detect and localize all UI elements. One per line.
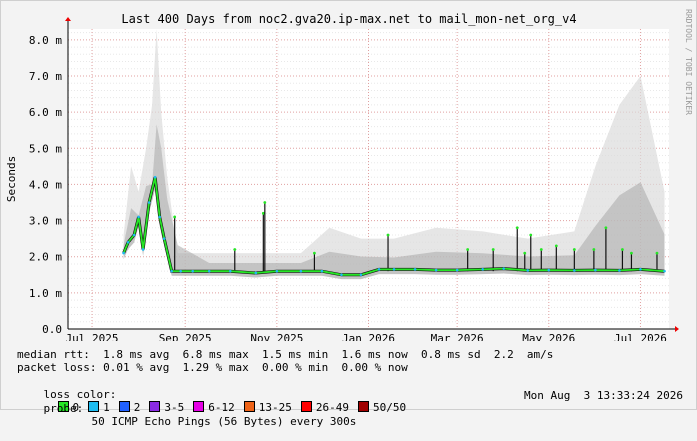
- median-point: [663, 269, 666, 273]
- x-axis-arrow: [675, 326, 679, 332]
- y-tick-label: 6.0 m: [29, 106, 62, 119]
- median-point: [434, 268, 438, 272]
- median-point: [228, 269, 232, 273]
- median-point: [359, 273, 363, 277]
- median-point: [191, 269, 195, 273]
- spike-point: [572, 248, 576, 251]
- x-tick-label: Sep 2025: [159, 332, 212, 341]
- y-tick-label: 7.0 m: [29, 70, 62, 83]
- spike-point: [621, 248, 624, 251]
- median-point: [392, 268, 396, 271]
- smokeping-chart: Last 400 Days from noc2.gva20.ip-max.net…: [5, 9, 693, 341]
- y-tick-label: 2.0 m: [29, 251, 62, 264]
- median-point: [573, 269, 576, 272]
- median-rtt-stats: median rtt: 1.8 ms avg 6.8 ms max 1.5 ms…: [17, 348, 554, 361]
- spike-point: [529, 233, 533, 237]
- median-point: [320, 269, 324, 273]
- median-point: [179, 269, 182, 273]
- median-point: [170, 269, 173, 273]
- y-tick-label: 4.0 m: [29, 178, 62, 191]
- spike-point: [386, 233, 390, 237]
- x-tick-label: Jan 2026: [342, 332, 395, 341]
- loss-color-swatch: [358, 401, 369, 412]
- probe-label: probe:: [43, 402, 84, 415]
- spike-point: [539, 248, 543, 251]
- median-point: [299, 269, 303, 273]
- spike-point: [233, 248, 237, 251]
- spike-point: [655, 251, 659, 255]
- median-point: [502, 267, 506, 270]
- median-point: [126, 240, 130, 244]
- loss-color-swatch-label: 50/50: [373, 401, 407, 414]
- spike-point: [515, 226, 519, 230]
- loss-color-item: 50/50: [358, 401, 406, 414]
- median-point: [639, 268, 642, 271]
- spike-point: [263, 201, 267, 204]
- spike-point: [592, 248, 596, 251]
- y-tick-label: 8.0 m: [29, 34, 62, 47]
- median-point: [275, 269, 279, 273]
- packet-loss-stats: packet loss: 0.01 % avg 1.29 % max 0.00 …: [17, 361, 408, 374]
- y-tick-label: 3.0 m: [29, 215, 62, 228]
- graph-frame: Last 400 Days from noc2.gva20.ip-max.net…: [0, 0, 697, 428]
- median-point: [254, 271, 258, 275]
- median-point: [207, 269, 211, 273]
- median-point: [153, 175, 157, 179]
- median-point: [455, 268, 459, 272]
- x-tick-label: Nov 2025: [250, 332, 303, 341]
- median-point: [147, 201, 151, 204]
- median-point: [340, 273, 343, 277]
- graph-date: Mon Aug 3 13:33:24 2026: [524, 389, 683, 402]
- y-axis-arrow: [65, 17, 71, 21]
- median-point: [132, 233, 136, 237]
- median-point: [158, 215, 161, 219]
- x-tick-label: Mar 2026: [431, 332, 484, 341]
- y-tick-label: 1.0 m: [29, 287, 62, 300]
- median-point: [141, 248, 145, 251]
- y-axis-label: Seconds: [5, 156, 18, 202]
- spike-point: [554, 244, 558, 248]
- chart-title: Last 400 Days from noc2.gva20.ip-max.net…: [121, 12, 576, 26]
- median-point: [481, 268, 484, 271]
- median-point: [413, 268, 417, 271]
- x-tick-label: Jul 2025: [66, 332, 119, 341]
- spike-point: [313, 251, 316, 255]
- probe-line: probe: 50 ICMP Echo Pings (56 Bytes) eve…: [17, 389, 357, 441]
- probe-text: 50 ICMP Echo Pings (56 Bytes) every 300s: [91, 415, 357, 428]
- median-point: [547, 268, 551, 272]
- spike-point: [523, 251, 527, 255]
- x-tick-label: Jul 2026: [614, 332, 667, 341]
- median-point: [526, 269, 530, 272]
- y-tick-label: 0.0: [42, 323, 62, 336]
- rrdtool-credit: RRDTOOL / TOBI OETIKER: [684, 9, 693, 115]
- spike-point: [491, 248, 495, 251]
- median-point: [377, 268, 381, 271]
- spike-point: [604, 226, 608, 230]
- median-point: [594, 268, 597, 272]
- spike-point: [173, 215, 177, 219]
- x-tick-label: May 2026: [522, 332, 575, 341]
- spike-point: [630, 251, 633, 255]
- median-point: [618, 269, 621, 272]
- median-point: [137, 215, 140, 219]
- median-point: [122, 251, 125, 255]
- spike-point: [466, 248, 470, 251]
- median-point: [162, 237, 166, 240]
- y-tick-label: 5.0 m: [29, 142, 62, 155]
